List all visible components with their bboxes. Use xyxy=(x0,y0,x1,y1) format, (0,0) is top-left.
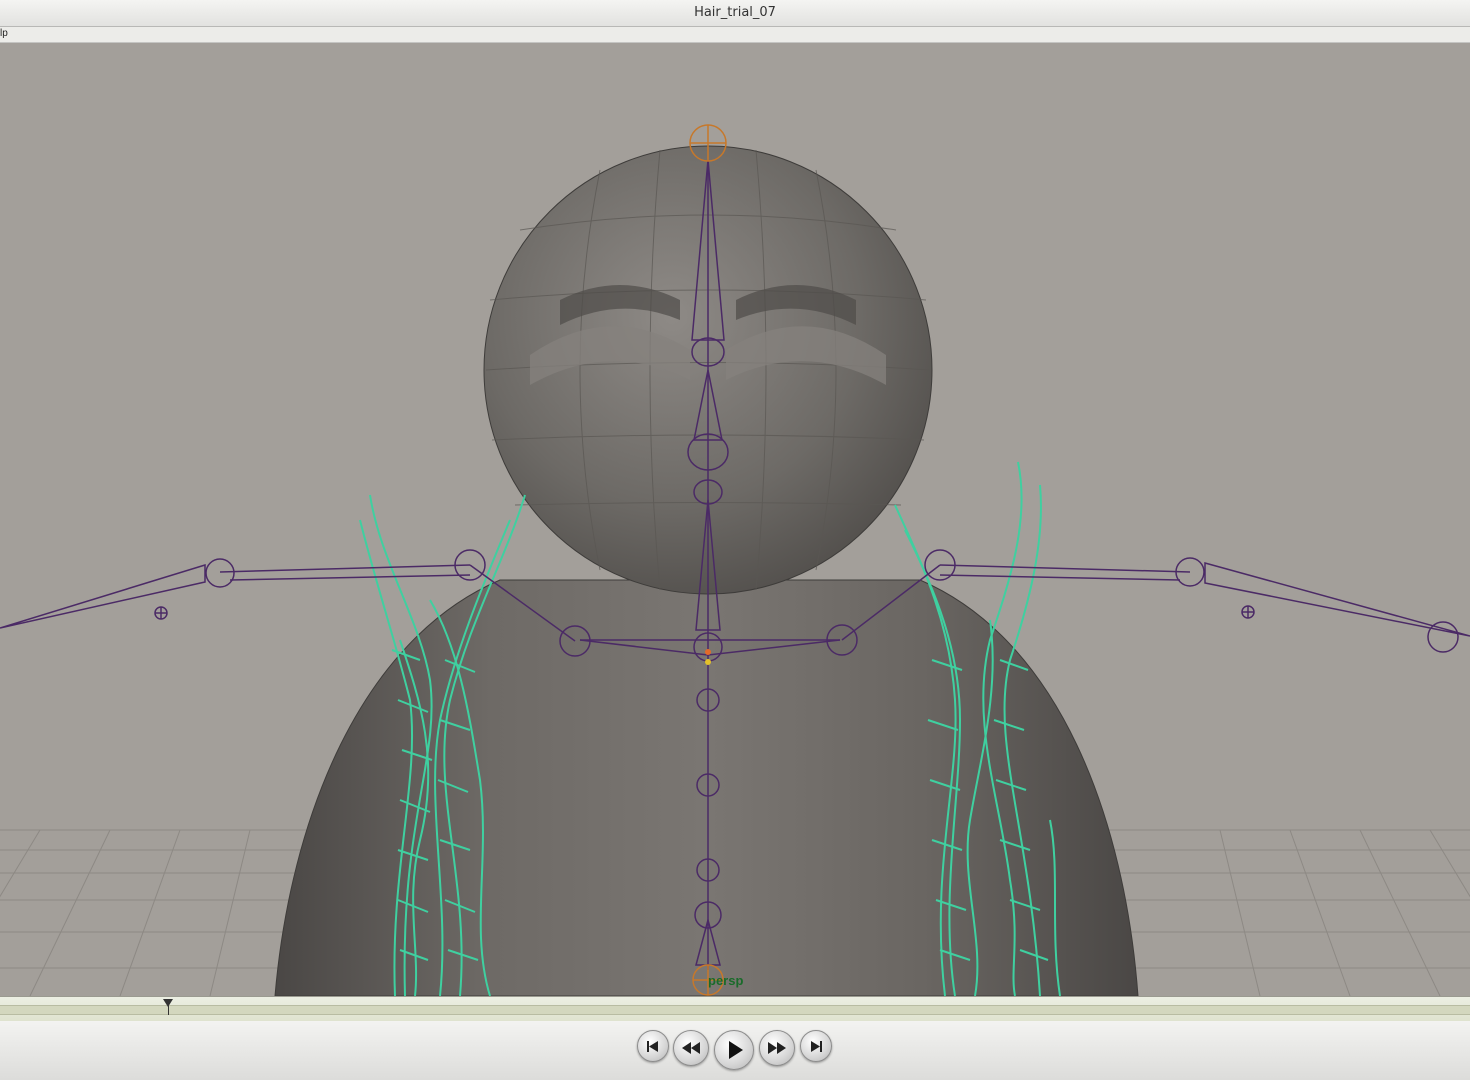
go-to-start-button[interactable] xyxy=(637,1030,669,1062)
skip-forward-icon xyxy=(811,1041,822,1052)
menu-bar: lp xyxy=(0,27,1470,43)
skip-back-icon xyxy=(647,1041,658,1052)
pivot-marker xyxy=(705,659,711,665)
go-to-end-button[interactable] xyxy=(800,1030,832,1062)
time-slider[interactable] xyxy=(0,996,1470,1022)
time-track[interactable] xyxy=(0,1005,1470,1015)
menu-help[interactable]: lp xyxy=(0,28,8,39)
rewind-icon xyxy=(682,1042,700,1054)
title-bar: Hair_trial_07 xyxy=(0,0,1470,27)
step-back-button[interactable] xyxy=(673,1030,709,1066)
fast-forward-icon xyxy=(768,1042,786,1054)
playback-controls xyxy=(0,1021,1470,1080)
camera-label: persp xyxy=(708,973,744,988)
3d-viewport[interactable]: persp xyxy=(0,43,1470,996)
play-button[interactable] xyxy=(714,1030,754,1070)
step-forward-button[interactable] xyxy=(759,1030,795,1066)
playhead-line xyxy=(168,1005,169,1015)
window-title: Hair_trial_07 xyxy=(694,5,776,20)
scene xyxy=(0,124,1470,996)
play-icon xyxy=(729,1041,743,1059)
selected-joint-marker xyxy=(705,649,711,655)
